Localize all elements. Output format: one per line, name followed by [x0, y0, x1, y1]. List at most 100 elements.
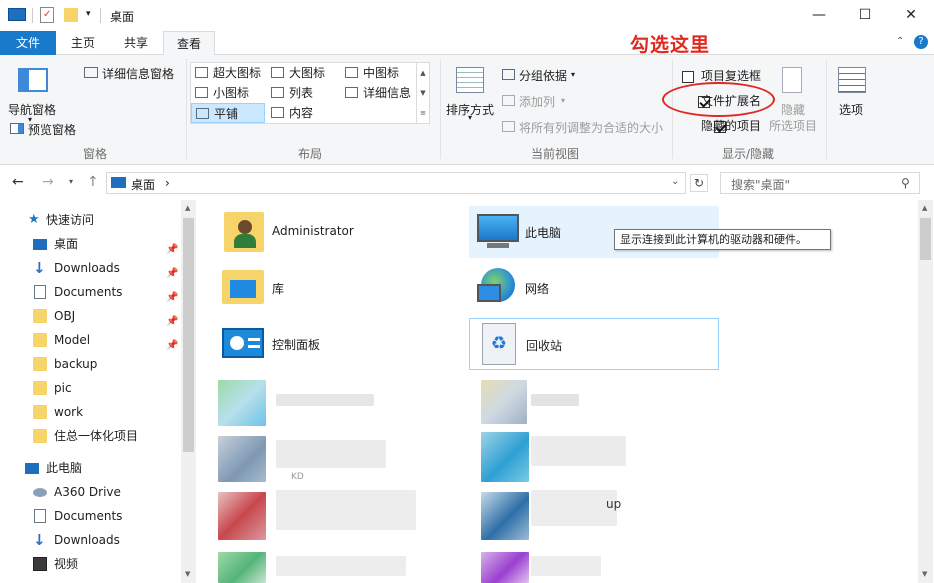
item-checkboxes-checkbox[interactable]: [682, 70, 694, 83]
obscured-label: [531, 394, 579, 406]
layout-medium-icons[interactable]: 中图标: [341, 63, 399, 83]
desktop-icon: [33, 239, 47, 250]
obscured-text-fragment: KD: [291, 472, 304, 482]
nav-quick-access[interactable]: ★ 快速访问: [0, 208, 180, 232]
obscured-item[interactable]: [481, 552, 529, 583]
group-label-panes: 窗格: [82, 147, 107, 161]
hidden-items-label[interactable]: 隐藏的项目: [701, 117, 761, 134]
obscured-item[interactable]: [218, 552, 266, 583]
scroll-thumb[interactable]: [183, 218, 194, 452]
size-all-columns-button[interactable]: 将所有列调整为合适的大小: [519, 119, 663, 136]
tab-file[interactable]: 文件: [0, 31, 56, 55]
options-icon[interactable]: [838, 67, 866, 93]
close-button[interactable]: ✕: [888, 0, 934, 31]
layout-small-icons[interactable]: 小图标: [191, 83, 249, 103]
nav-pc-a360[interactable]: A360 Drive: [0, 480, 180, 504]
content-scrollbar[interactable]: ▲ ▼: [918, 200, 933, 583]
layout-details[interactable]: 详细信息: [341, 83, 411, 103]
refresh-icon[interactable]: ↻: [690, 174, 708, 192]
details-pane-button[interactable]: 详细信息窗格: [102, 65, 174, 82]
nav-this-pc[interactable]: 此电脑: [0, 456, 180, 480]
tab-share[interactable]: 共享: [110, 31, 162, 55]
address-dropdown-icon[interactable]: ⌄: [671, 176, 679, 187]
collapse-ribbon-icon[interactable]: ⌃: [896, 36, 904, 47]
details-icon: [345, 87, 358, 98]
scroll-down-icon[interactable]: ▼: [185, 570, 190, 578]
scroll-up-icon[interactable]: ▲: [922, 204, 927, 212]
qat-dropdown-icon[interactable]: ▾: [86, 9, 91, 19]
layout-content[interactable]: 内容: [267, 103, 313, 123]
tile-recycle-bin[interactable]: ♻ 回收站: [469, 318, 719, 370]
scroll-thumb[interactable]: [920, 218, 931, 260]
address-path[interactable]: 桌面: [131, 176, 155, 193]
scroll-down-icon[interactable]: ▼: [922, 570, 927, 578]
recent-locations-icon[interactable]: ▾: [69, 177, 73, 186]
obscured-label: [531, 490, 617, 526]
help-icon[interactable]: ?: [914, 35, 928, 49]
layout-tiles[interactable]: 平铺: [191, 103, 265, 123]
maximize-button[interactable]: ☐: [842, 0, 888, 31]
nav-pc-documents[interactable]: Documents: [0, 504, 180, 528]
tile-libraries[interactable]: 库: [216, 262, 466, 314]
obscured-item[interactable]: [218, 492, 266, 540]
layout-list[interactable]: 列表: [267, 83, 313, 103]
obscured-label: [531, 436, 626, 466]
network-monitor-icon: [477, 284, 501, 302]
search-box[interactable]: 搜索"桌面" ⚲: [720, 172, 920, 194]
group-separator: [440, 59, 441, 159]
add-columns-button[interactable]: 添加列: [519, 93, 555, 110]
fit-columns-icon: [502, 121, 515, 132]
tile-control-panel[interactable]: 控制面板: [216, 318, 466, 370]
navigation-pane-icon[interactable]: [18, 68, 48, 92]
obscured-item[interactable]: [481, 432, 529, 482]
obscured-item[interactable]: [218, 436, 266, 482]
sort-by-dropdown-icon[interactable]: ▾: [468, 113, 472, 122]
hide-selected-button[interactable]: 隐藏: [781, 101, 805, 118]
nav-item-downloads[interactable]: ↓ Downloads 📌: [0, 256, 180, 280]
scroll-up-icon[interactable]: ▲: [185, 204, 190, 212]
layout-gallery-scroll[interactable]: ▲ ▼ ≡: [416, 63, 429, 123]
cloud-drive-icon: [33, 488, 47, 497]
navigation-pane: ★ 快速访问 桌面 📌 ↓ Downloads 📌 Documents 📌 OB…: [0, 200, 196, 583]
path-chevron-icon[interactable]: ›: [165, 176, 170, 190]
nav-item-desktop[interactable]: 桌面 📌: [0, 232, 180, 256]
details-pane-icon: [84, 67, 98, 78]
nav-item-documents[interactable]: Documents 📌: [0, 280, 180, 304]
nav-item-work[interactable]: work: [0, 400, 180, 424]
nav-item-project[interactable]: 住总一体化项目: [0, 424, 180, 448]
minimize-button[interactable]: —: [796, 0, 842, 31]
new-folder-icon[interactable]: [64, 8, 78, 22]
layout-large-icons[interactable]: 大图标: [267, 63, 325, 83]
nav-pane-scrollbar[interactable]: ▲ ▼: [181, 200, 196, 583]
up-icon[interactable]: ↑: [87, 174, 99, 190]
add-columns-dropdown-icon[interactable]: ▾: [561, 96, 565, 105]
nav-item-pic[interactable]: pic: [0, 376, 180, 400]
nav-item-model[interactable]: Model 📌: [0, 328, 180, 352]
back-icon[interactable]: ←: [12, 174, 24, 190]
tab-home[interactable]: 主页: [58, 31, 108, 55]
options-button[interactable]: 选项: [839, 101, 863, 118]
search-input[interactable]: 搜索"桌面": [731, 176, 790, 193]
qat-separator: [32, 8, 33, 23]
obscured-item[interactable]: [218, 380, 266, 426]
tile-administrator[interactable]: Administrator: [216, 206, 466, 258]
properties-icon[interactable]: ✓: [40, 7, 54, 23]
search-icon[interactable]: ⚲: [901, 176, 910, 190]
group-by-dropdown-icon[interactable]: ▾: [571, 70, 575, 79]
user-folder-icon: [224, 212, 264, 252]
address-bar[interactable]: 桌面 › ⌄: [106, 172, 686, 194]
obscured-item[interactable]: [481, 492, 529, 540]
preview-pane-button[interactable]: 预览窗格: [28, 121, 76, 138]
computer-stand-icon: [487, 243, 509, 248]
obscured-item[interactable]: [481, 380, 527, 424]
nav-pc-videos[interactable]: 视频: [0, 552, 180, 576]
tile-network[interactable]: 网络: [469, 262, 719, 314]
tab-view[interactable]: 查看: [163, 31, 215, 56]
group-by-button[interactable]: 分组依据: [519, 67, 567, 84]
nav-item-obj[interactable]: OBJ 📌: [0, 304, 180, 328]
layout-extra-large-icons[interactable]: 超大图标: [191, 63, 261, 83]
sort-by-icon[interactable]: [456, 67, 484, 93]
nav-item-backup[interactable]: backup: [0, 352, 180, 376]
nav-pc-downloads[interactable]: ↓ Downloads: [0, 528, 180, 552]
forward-icon[interactable]: →: [42, 174, 54, 190]
